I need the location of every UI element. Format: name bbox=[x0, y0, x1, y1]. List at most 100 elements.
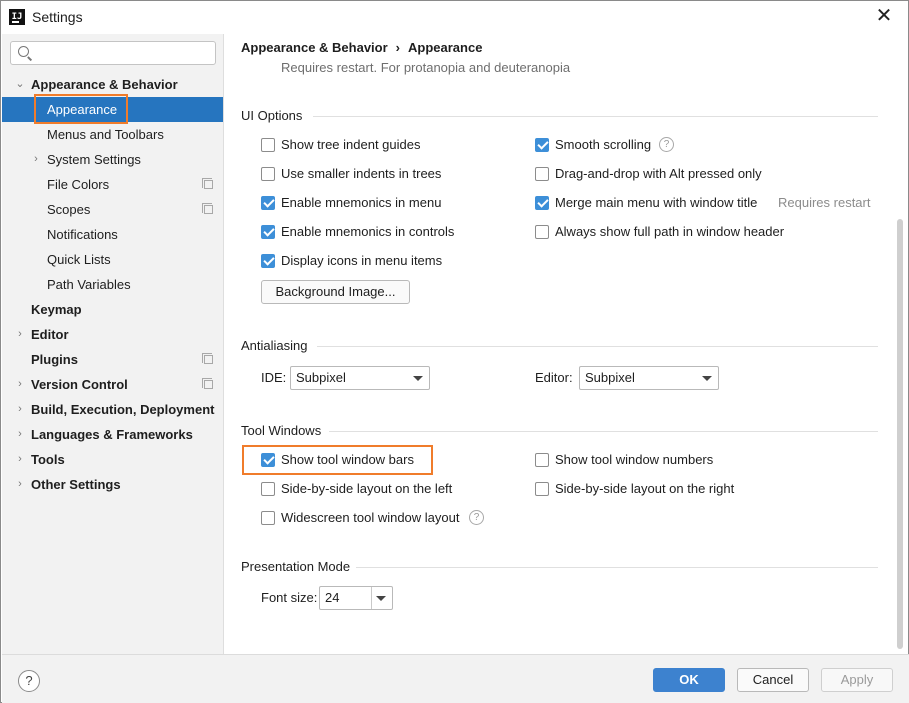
ok-button[interactable]: OK bbox=[653, 668, 725, 692]
settings-content: Appearance & Behavior › Appearance Require… bbox=[225, 34, 908, 654]
chevron-down-icon bbox=[413, 376, 423, 381]
sidebar-item-build-execution[interactable]: › Build, Execution, Deployment bbox=[2, 397, 223, 422]
select-value[interactable]: 24 bbox=[325, 587, 339, 609]
breadcrumb: Appearance & Behavior › Appearance bbox=[241, 40, 482, 55]
editor-antialiasing-select[interactable]: Subpixel bbox=[579, 366, 719, 390]
checkbox-box[interactable] bbox=[261, 196, 275, 210]
ide-label: IDE: bbox=[261, 370, 287, 385]
cancel-button[interactable]: Cancel bbox=[737, 668, 809, 692]
sidebar-item-tools[interactable]: › Tools bbox=[2, 447, 223, 472]
checkbox-box[interactable] bbox=[261, 482, 275, 496]
checkbox-box[interactable] bbox=[535, 167, 549, 181]
checkbox-label: Show tool window numbers bbox=[555, 452, 714, 467]
select-value: Subpixel bbox=[585, 370, 635, 385]
help-button[interactable]: ? bbox=[18, 670, 40, 692]
search-box[interactable] bbox=[10, 41, 216, 65]
sidebar-item-plugins[interactable]: Plugins bbox=[2, 347, 223, 372]
chevron-right-icon[interactable]: › bbox=[14, 397, 26, 422]
checkbox-label: Use smaller indents in trees bbox=[281, 166, 442, 181]
breadcrumb-current: Appearance bbox=[408, 40, 483, 55]
search-input[interactable] bbox=[35, 44, 211, 62]
sidebar-item-menus-toolbars[interactable]: Menus and Toolbars bbox=[2, 122, 223, 147]
sidebar-item-version-control[interactable]: › Version Control bbox=[2, 372, 223, 397]
checkbox-box[interactable] bbox=[261, 225, 275, 239]
sidebar-item-label: Appearance & Behavior bbox=[31, 77, 178, 92]
apply-button[interactable]: Apply bbox=[821, 668, 893, 692]
settings-sidebar: ⌄ Appearance & Behavior Appearance Menus… bbox=[2, 34, 224, 654]
sidebar-item-label: Version Control bbox=[31, 377, 128, 392]
editor-label: Editor: bbox=[535, 370, 573, 385]
search-icon bbox=[18, 46, 29, 57]
sidebar-item-label: Languages & Frameworks bbox=[31, 427, 193, 442]
sidebar-item-quick-lists[interactable]: Quick Lists bbox=[2, 247, 223, 272]
chevron-right-icon[interactable]: › bbox=[14, 422, 26, 447]
sidebar-item-notifications[interactable]: Notifications bbox=[2, 222, 223, 247]
sidebar-item-editor[interactable]: › Editor bbox=[2, 322, 223, 347]
sidebar-item-appearance[interactable]: Appearance bbox=[2, 97, 223, 122]
section-divider bbox=[329, 431, 878, 432]
checkbox-box[interactable] bbox=[261, 138, 275, 152]
checkbox-label: Enable mnemonics in menu bbox=[281, 195, 442, 210]
sidebar-item-other-settings[interactable]: › Other Settings bbox=[2, 472, 223, 497]
chevron-right-icon[interactable]: › bbox=[14, 372, 26, 397]
section-title-ui-options: UI Options bbox=[241, 108, 303, 123]
section-divider bbox=[356, 567, 878, 568]
breadcrumb-separator: › bbox=[395, 40, 401, 55]
font-size-combobox[interactable]: 24 bbox=[319, 586, 393, 610]
ide-antialiasing-select[interactable]: Subpixel bbox=[290, 366, 430, 390]
chevron-down-icon bbox=[702, 376, 712, 381]
sidebar-item-languages-frameworks[interactable]: › Languages & Frameworks bbox=[2, 422, 223, 447]
vertical-scrollbar[interactable] bbox=[897, 219, 903, 649]
sidebar-item-label: Scopes bbox=[47, 202, 91, 217]
font-size-label: Font size: bbox=[261, 590, 318, 605]
close-icon[interactable]: ✕ bbox=[873, 5, 895, 27]
sidebar-item-system-settings[interactable]: › System Settings bbox=[2, 147, 223, 172]
checkbox-label: Smooth scrolling bbox=[555, 137, 652, 152]
checkbox-box[interactable] bbox=[535, 453, 549, 467]
breadcrumb-parent[interactable]: Appearance & Behavior bbox=[241, 40, 388, 55]
intellij-icon: IJ bbox=[9, 9, 25, 25]
checkbox-box[interactable] bbox=[261, 167, 275, 181]
sidebar-item-keymap[interactable]: Keymap bbox=[2, 297, 223, 322]
dialog-footer: ? OK Cancel Apply bbox=[2, 654, 909, 703]
combo-divider bbox=[371, 587, 372, 609]
sidebar-item-label: Other Settings bbox=[31, 477, 121, 492]
chevron-right-icon[interactable]: › bbox=[14, 322, 26, 347]
chevron-right-icon[interactable]: › bbox=[14, 472, 26, 497]
project-level-icon bbox=[202, 203, 213, 214]
requires-restart-note: Requires restart bbox=[778, 195, 871, 210]
sidebar-item-label: Quick Lists bbox=[47, 252, 111, 267]
checkbox-label: Side-by-side layout on the left bbox=[281, 481, 453, 496]
chevron-right-icon[interactable]: › bbox=[30, 147, 42, 172]
checkbox-box[interactable] bbox=[261, 453, 275, 467]
help-icon[interactable]: ? bbox=[659, 137, 674, 152]
project-level-icon bbox=[202, 378, 213, 389]
sidebar-item-label: Notifications bbox=[47, 227, 118, 242]
section-title-presentation-mode: Presentation Mode bbox=[241, 559, 351, 574]
checkbox-box[interactable] bbox=[535, 225, 549, 239]
background-image-button[interactable]: Background Image... bbox=[261, 280, 410, 304]
chevron-right-icon[interactable]: › bbox=[14, 447, 26, 472]
checkbox-box[interactable] bbox=[535, 482, 549, 496]
checkbox-box[interactable] bbox=[261, 254, 275, 268]
sidebar-item-label: Tools bbox=[31, 452, 65, 467]
help-icon[interactable]: ? bbox=[469, 510, 484, 525]
checkbox-box[interactable] bbox=[535, 196, 549, 210]
checkbox-label: Show tree indent guides bbox=[281, 137, 421, 152]
select-value: Subpixel bbox=[296, 370, 346, 385]
sidebar-item-path-variables[interactable]: Path Variables bbox=[2, 272, 223, 297]
title-bar: IJ Settings ✕ bbox=[1, 1, 908, 34]
sidebar-item-file-colors[interactable]: File Colors bbox=[2, 172, 223, 197]
project-level-icon bbox=[202, 178, 213, 189]
checkbox-box[interactable] bbox=[261, 511, 275, 525]
sidebar-item-appearance-behavior[interactable]: ⌄ Appearance & Behavior bbox=[2, 72, 223, 97]
sidebar-item-label: Keymap bbox=[31, 302, 82, 317]
chevron-down-icon[interactable] bbox=[376, 596, 386, 601]
chevron-down-icon[interactable]: ⌄ bbox=[14, 72, 26, 97]
checkbox-label: Enable mnemonics in controls bbox=[281, 224, 455, 239]
checkbox-label: Show tool window bars bbox=[281, 452, 414, 467]
sidebar-item-label: Build, Execution, Deployment bbox=[31, 402, 215, 417]
sidebar-item-label: Plugins bbox=[31, 352, 78, 367]
sidebar-item-scopes[interactable]: Scopes bbox=[2, 197, 223, 222]
checkbox-box[interactable] bbox=[535, 138, 549, 152]
